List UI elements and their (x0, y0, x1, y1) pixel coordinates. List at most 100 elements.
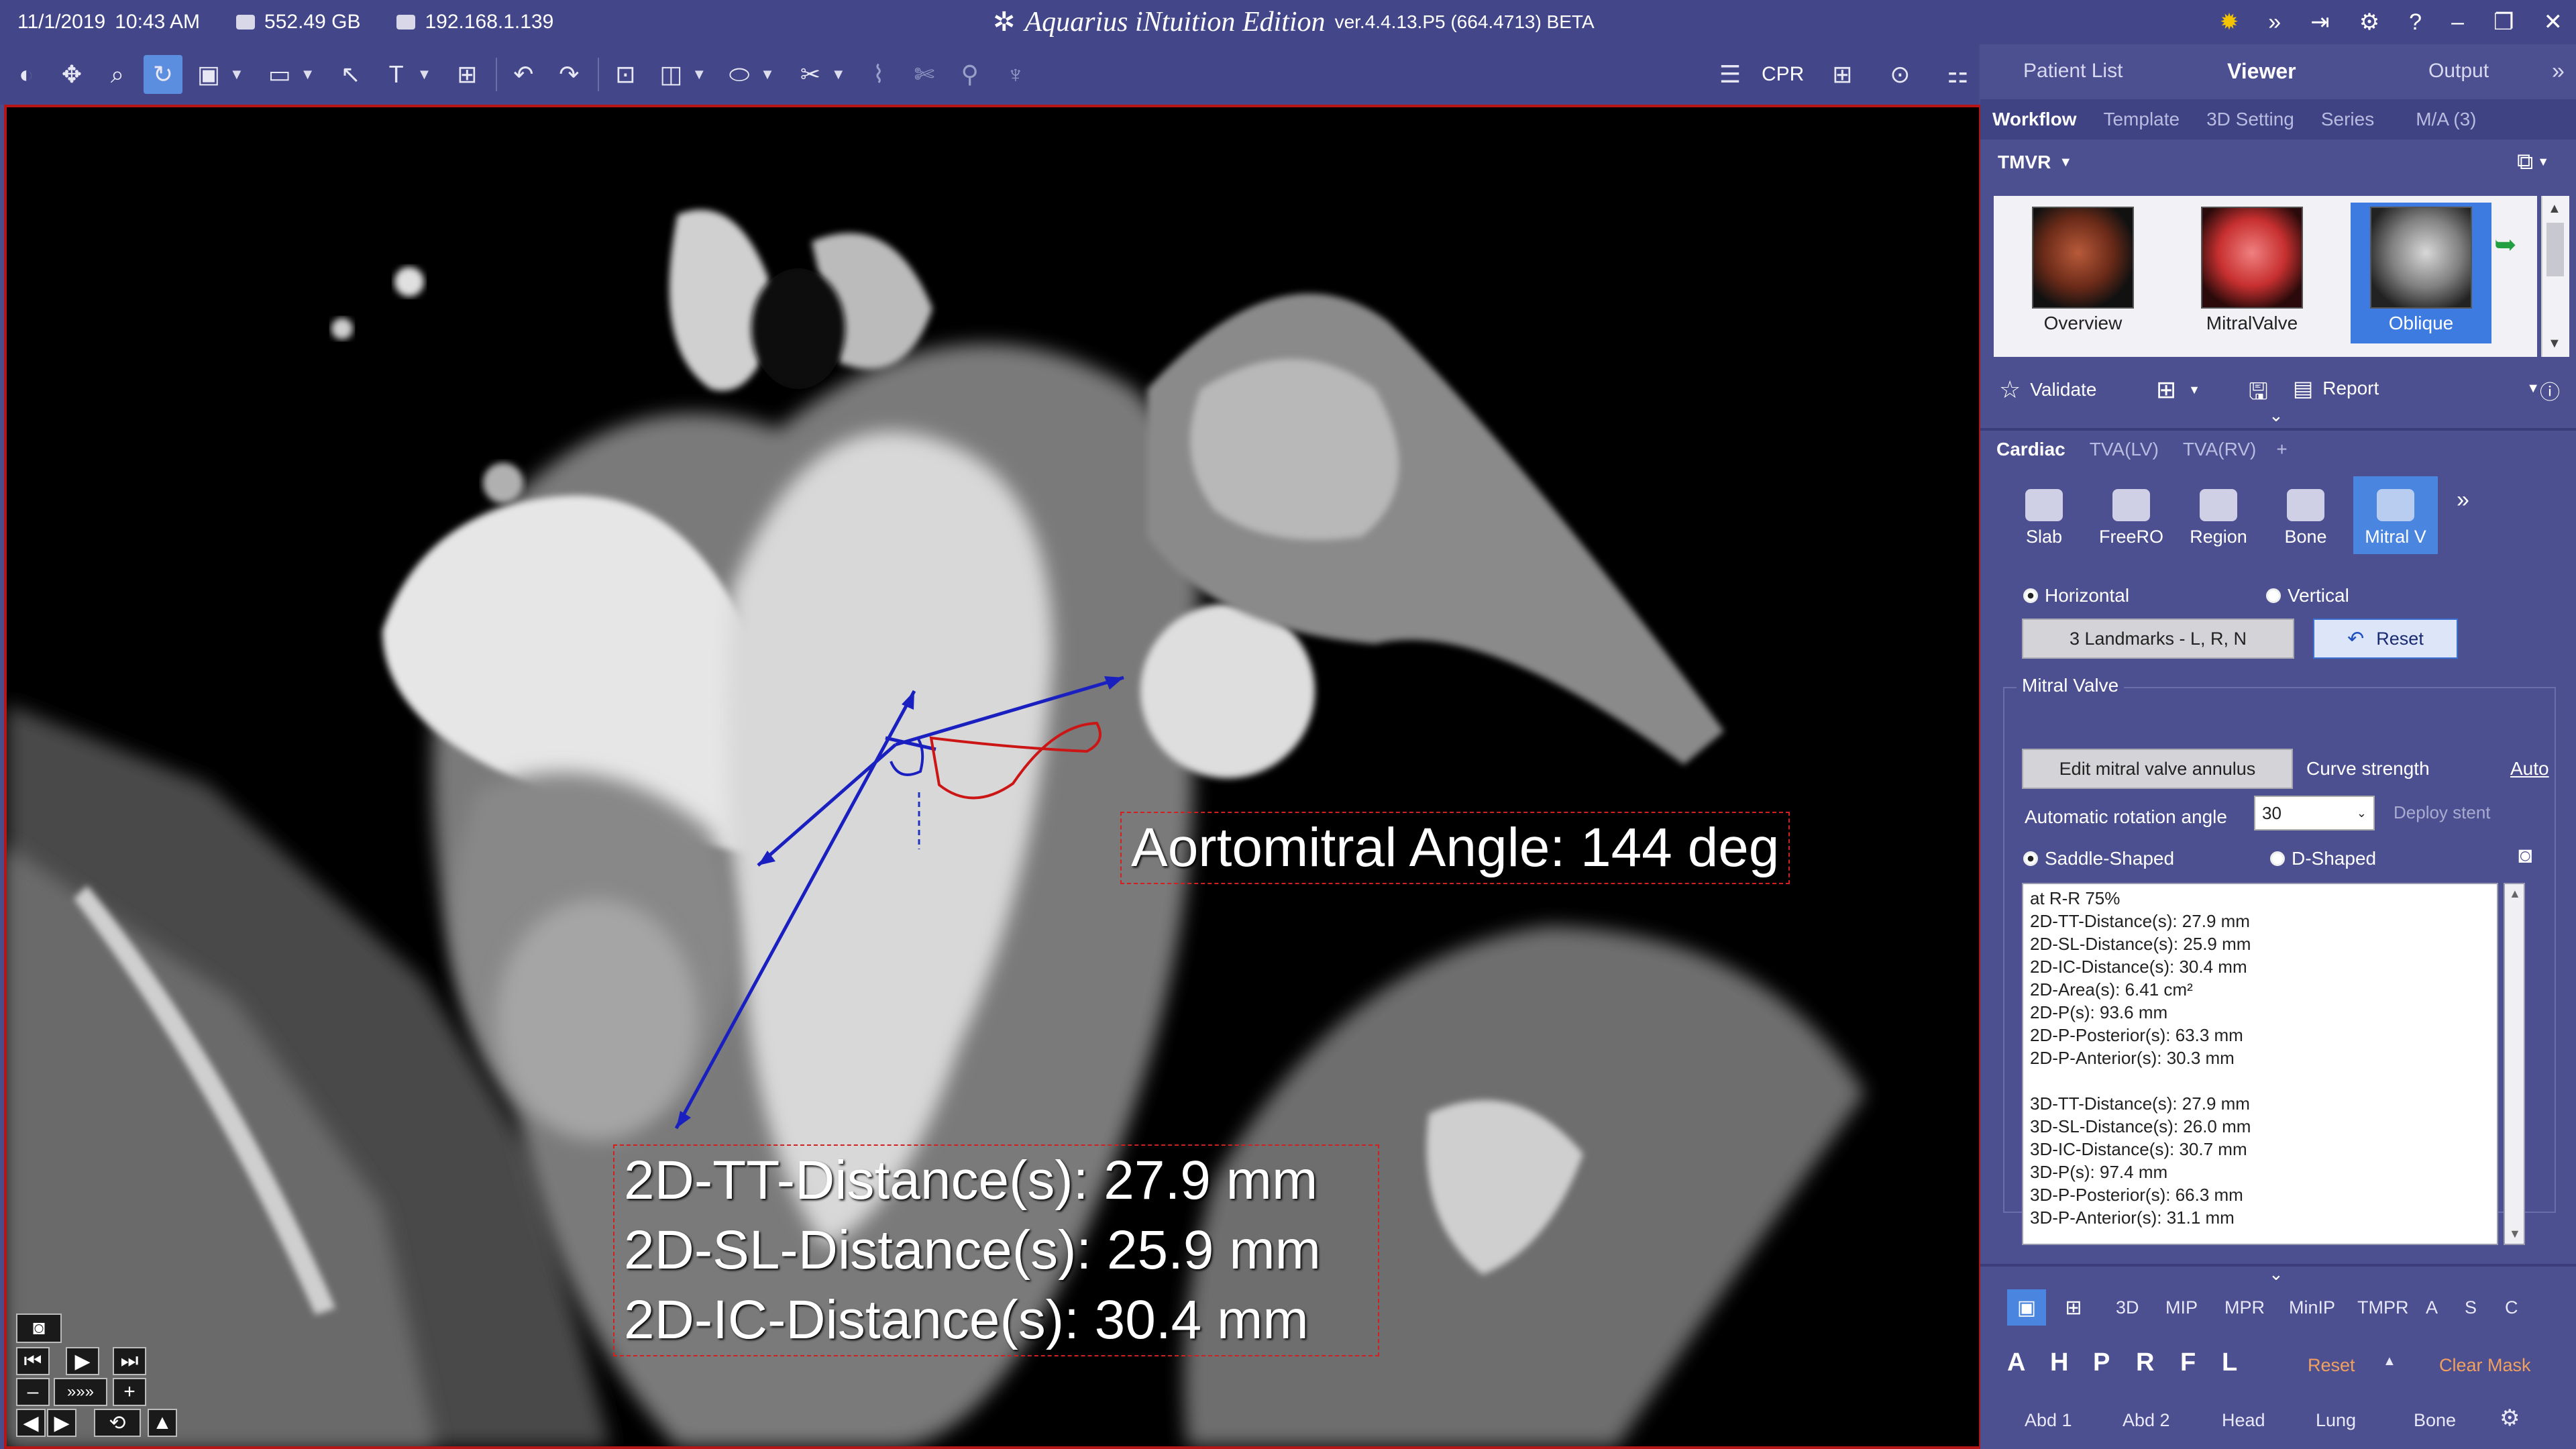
speed-icon[interactable]: »»» (54, 1378, 107, 1406)
tab-workflow[interactable]: Workflow (1992, 109, 2076, 130)
tool-bone[interactable]: Bone (2266, 476, 2345, 554)
next-icon[interactable]: ▶ (47, 1409, 76, 1437)
preset-bone[interactable]: Bone (2414, 1410, 2456, 1431)
preset-abd2[interactable]: Abd 2 (2123, 1410, 2170, 1431)
mode-a[interactable]: A (2426, 1297, 2438, 1318)
save-icon[interactable]: 🖫 (2249, 376, 2268, 414)
close-icon[interactable]: ✕ (2544, 9, 2563, 36)
orient-a[interactable]: A (2007, 1348, 2025, 1377)
preset-head[interactable]: Head (2222, 1410, 2265, 1431)
tab-3d-setting[interactable]: 3D Setting (2206, 109, 2294, 130)
camera-icon[interactable]: ◙ (2518, 843, 2532, 869)
layout-icon[interactable]: ⚏ (1938, 55, 1977, 94)
preset-lung[interactable]: Lung (2316, 1410, 2356, 1431)
gear-icon[interactable]: ⚙ (2359, 9, 2379, 36)
ruler-icon[interactable]: ▭ (260, 55, 299, 94)
tab-output[interactable]: Output (2428, 60, 2489, 83)
auto-link[interactable]: Auto (2510, 758, 2549, 780)
logout-icon[interactable]: ⇥ (2310, 9, 2330, 36)
tab-tva-lv[interactable]: TVA(LV) (2090, 439, 2159, 460)
chevron-up-icon[interactable]: ▲ (2383, 1354, 2396, 1369)
probe-icon[interactable]: ⚲ (951, 55, 989, 94)
loop-icon[interactable]: ⟲ (94, 1409, 141, 1437)
roi-icon[interactable]: ◫ (651, 55, 690, 94)
orient-p[interactable]: P (2093, 1348, 2110, 1377)
orient-f[interactable]: F (2180, 1348, 2196, 1377)
tab-series[interactable]: Series (2321, 109, 2374, 130)
results-scrollbar[interactable]: ▲ ▼ (2504, 883, 2525, 1245)
add-workflow-icon[interactable]: ⧉ ▼ (2517, 149, 2549, 175)
play-icon[interactable]: ▶ (66, 1347, 99, 1375)
rotate-icon[interactable]: ↻ (144, 55, 182, 94)
orient-r[interactable]: R (2136, 1348, 2154, 1377)
expand-down-icon[interactable]: ⌄ (2269, 405, 2284, 426)
tab-viewer[interactable]: Viewer (2227, 59, 2296, 84)
tool-region[interactable]: Region (2179, 476, 2258, 554)
more-tools-icon[interactable]: » (2457, 487, 2469, 513)
saddle-shaped-radio[interactable]: Saddle-Shaped (2023, 848, 2174, 869)
preset-settings-icon[interactable]: ⚙ (2500, 1405, 2520, 1432)
image-viewport[interactable]: Aortomitral Angle: 144 deg 2D-TT-Distanc… (4, 105, 1982, 1449)
mode-mpr[interactable]: MPR (2224, 1297, 2265, 1318)
mode-3d[interactable]: 3D (2116, 1297, 2139, 1318)
vertical-radio[interactable]: Vertical (2266, 585, 2349, 606)
plus-icon[interactable]: + (113, 1378, 146, 1406)
multi-view-icon[interactable]: ⊞ (2054, 1289, 2093, 1326)
first-frame-icon[interactable]: ⏮ (16, 1347, 50, 1375)
workflow-selector[interactable]: TMVR ▼ (1998, 152, 2072, 173)
undo-icon[interactable]: ↶ (504, 55, 543, 94)
up-icon[interactable]: ▲ (148, 1409, 177, 1437)
preset-abd1[interactable]: Abd 1 (2025, 1410, 2072, 1431)
thumb-oblique[interactable]: Oblique (2351, 203, 2491, 343)
report-button[interactable]: ▤ Report ▼ (2293, 376, 2540, 401)
last-frame-icon[interactable]: ⏭ (113, 1347, 146, 1375)
tab-template[interactable]: Template (2103, 109, 2180, 130)
validate-button[interactable]: ☆ Validate (1999, 376, 2096, 404)
help-icon[interactable]: ? (2409, 9, 2422, 36)
mode-minip[interactable]: MinIP (2289, 1297, 2335, 1318)
tool-slab[interactable]: Slab (2004, 476, 2084, 554)
prev-icon[interactable]: ◀ (16, 1409, 46, 1437)
orient-h[interactable]: H (2050, 1348, 2068, 1377)
magnify-box-icon[interactable]: ⊙ (1880, 55, 1919, 94)
camera-icon[interactable]: ◙ (16, 1313, 62, 1343)
clear-mask-button[interactable]: Clear Mask (2439, 1355, 2531, 1376)
results-textbox[interactable]: at R-R 75% 2D-TT-Distance(s): 27.9 mm 2D… (2022, 883, 2498, 1245)
pan-icon[interactable]: ✥ (52, 55, 91, 94)
reset-view-button[interactable]: Reset (2308, 1355, 2355, 1376)
cpr-button[interactable]: CPR (1762, 63, 1804, 86)
tab-tva-rv[interactable]: TVA(RV) (2183, 439, 2256, 460)
chevron-down-icon[interactable]: ▼ (417, 66, 432, 83)
thumb-overview[interactable]: Overview (2012, 203, 2153, 343)
add-finding-icon[interactable]: ⊞ ▼ (2156, 376, 2200, 404)
chevron-down-icon[interactable]: ▼ (831, 66, 846, 83)
refresh-arrow-icon[interactable]: ➥ (2494, 229, 2517, 260)
mode-s[interactable]: S (2465, 1297, 2477, 1318)
tab-patient-list[interactable]: Patient List (2023, 60, 2123, 83)
minimize-icon[interactable]: – (2451, 9, 2464, 36)
sculpt-icon[interactable]: ⌇ (859, 55, 898, 94)
landmarks-button[interactable]: 3 Landmarks - L, R, N (2022, 619, 2294, 659)
mode-mip[interactable]: MIP (2165, 1297, 2198, 1318)
orient-l[interactable]: L (2222, 1348, 2237, 1377)
minus-icon[interactable]: – (16, 1378, 50, 1406)
grid-icon[interactable]: ⊞ (447, 55, 486, 94)
zoom-icon[interactable]: ⌕ (98, 55, 137, 94)
scissor-icon[interactable]: ✄ (905, 55, 944, 94)
edit-annulus-button[interactable]: Edit mitral valve annulus (2022, 749, 2293, 789)
chevron-down-icon[interactable]: ▼ (229, 66, 244, 83)
reset-button[interactable]: ↶ Reset (2313, 619, 2458, 659)
collapse-icon[interactable]: » (2552, 58, 2565, 85)
sun-icon[interactable]: ✹ (2220, 9, 2239, 36)
vessel-icon[interactable]: ♆ (996, 55, 1035, 94)
thumbnail-scrollbar[interactable]: ▲ ▼ (2541, 196, 2569, 357)
contrast-icon[interactable]: ◐ (7, 55, 46, 94)
redo-icon[interactable]: ↷ (549, 55, 588, 94)
expand-icon[interactable]: » (2268, 9, 2281, 36)
horizontal-radio[interactable]: Horizontal (2023, 585, 2129, 606)
d-shaped-radio[interactable]: D-Shaped (2270, 848, 2376, 869)
text-icon[interactable]: T (377, 55, 416, 94)
crosshair-icon[interactable]: ⊞ (1823, 55, 1862, 94)
expand-down-icon[interactable]: ⌄ (2269, 1264, 2284, 1285)
ellipse-icon[interactable]: ⬭ (720, 55, 759, 94)
